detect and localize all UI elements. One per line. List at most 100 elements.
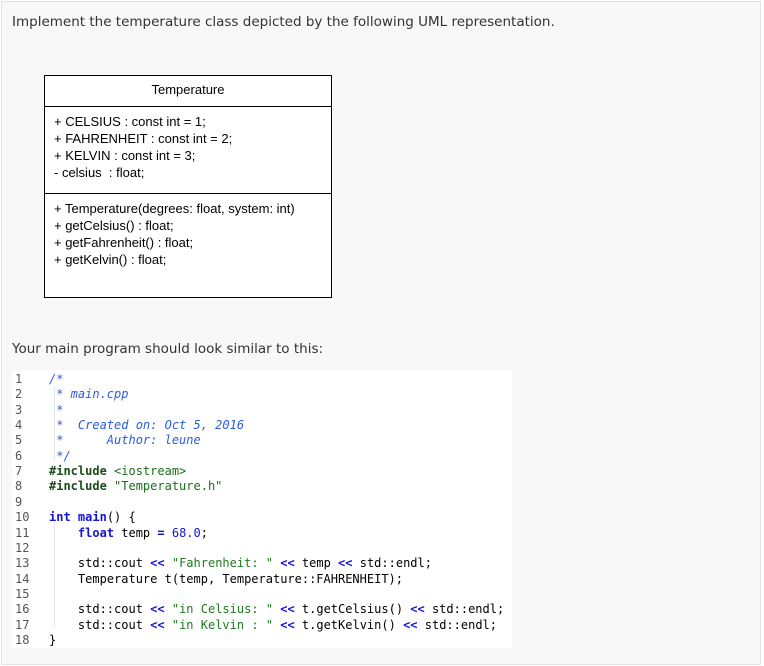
code-token-comment: * Author: leune xyxy=(49,433,201,447)
code-token-plain xyxy=(71,510,78,524)
uml-method: + getKelvin() : float; xyxy=(54,251,331,268)
code-line: 16 std::cout << "in Celsius: " << t.getC… xyxy=(12,602,504,617)
line-number: 12 xyxy=(12,541,41,556)
line-number: 6 xyxy=(12,449,41,464)
code-token-op: << xyxy=(280,618,294,632)
code-token-kw: main xyxy=(78,510,107,524)
code-line: 5 * Author: leune xyxy=(12,433,201,448)
uml-class-name: Temperature xyxy=(45,76,331,107)
uml-attribute: + FAHRENHEIT : const int = 2; xyxy=(54,130,331,147)
code-token-pre: #include xyxy=(49,479,114,493)
code-token-kw: float xyxy=(78,526,114,540)
line-number: 1 xyxy=(12,372,41,387)
code-line: 15 xyxy=(12,587,49,602)
code-token-num: 68.0 xyxy=(172,526,201,540)
code-token-op: << xyxy=(410,602,424,616)
code-text: std::cout << "in Celsius: " << t.getCels… xyxy=(41,602,504,617)
code-token-plain: std::cout xyxy=(49,556,150,570)
code-token-op: << xyxy=(150,556,164,570)
code-text: #include "Temperature.h" xyxy=(41,479,222,494)
code-token-comment: * xyxy=(49,403,63,417)
line-number: 14 xyxy=(12,572,41,587)
line-number: 3 xyxy=(12,403,41,418)
code-token-plain: temp xyxy=(295,556,338,570)
code-block: 1/*2 * main.cpp3 *4 * Created on: Oct 5,… xyxy=(12,370,512,648)
code-token-str: "in Kelvin : " xyxy=(172,618,273,632)
uml-class-diagram: Temperature + CELSIUS : const int = 1; +… xyxy=(44,75,332,298)
code-line: 18} xyxy=(12,633,56,648)
code-token-plain: temp xyxy=(114,526,157,540)
code-line: 2 * main.cpp xyxy=(12,387,128,402)
code-token-comment: /* xyxy=(49,372,63,386)
code-text: #include <iostream> xyxy=(41,464,186,479)
code-text: /* xyxy=(41,372,63,387)
uml-method: + getFahrenheit() : float; xyxy=(54,234,331,251)
code-token-plain: t.getKelvin() xyxy=(295,618,403,632)
code-token-op: = xyxy=(157,526,164,540)
code-token-inc: <iostream> xyxy=(114,464,186,478)
code-line: 13 std::cout << "Fahrenheit: " << temp <… xyxy=(12,556,432,571)
code-line: 6 */ xyxy=(12,449,71,464)
code-token-comment: * main.cpp xyxy=(49,387,128,401)
code-token-op: << xyxy=(150,602,164,616)
code-token-op: << xyxy=(403,618,417,632)
code-text: float temp = 68.0; xyxy=(41,526,208,541)
code-token-plain: () { xyxy=(107,510,136,524)
code-token-plain xyxy=(165,602,172,616)
code-token-str: "Fahrenheit: " xyxy=(172,556,273,570)
code-line: 3 * xyxy=(12,403,63,418)
code-token-plain: std::endl; xyxy=(353,556,432,570)
code-text: */ xyxy=(41,449,71,464)
uml-attribute: + KELVIN : const int = 3; xyxy=(54,147,331,164)
question-panel: Implement the temperature class depicted… xyxy=(1,1,761,665)
code-line: 12 xyxy=(12,541,49,556)
code-token-plain xyxy=(165,618,172,632)
code-token-plain: std::cout xyxy=(49,602,150,616)
code-token-plain: Temperature t(temp, Temperature::FAHRENH… xyxy=(49,572,403,586)
code-line: 11 float temp = 68.0; xyxy=(12,526,208,541)
code-text: std::cout << "in Kelvin : " << t.getKelv… xyxy=(41,618,497,633)
line-number: 4 xyxy=(12,418,41,433)
code-text: * main.cpp xyxy=(41,387,128,402)
code-token-plain: ; xyxy=(201,526,208,540)
code-text: * Created on: Oct 5, 2016 xyxy=(41,418,244,433)
code-line: 4 * Created on: Oct 5, 2016 xyxy=(12,418,244,433)
uml-attributes: + CELSIUS : const int = 1; + FAHRENHEIT … xyxy=(45,107,331,194)
code-line: 17 std::cout << "in Kelvin : " << t.getK… xyxy=(12,618,497,633)
main-intro-text: Your main program should look similar to… xyxy=(12,341,323,357)
code-text: std::cout << "Fahrenheit: " << temp << s… xyxy=(41,556,432,571)
code-token-plain: std::endl; xyxy=(418,618,497,632)
code-token-plain: std::cout xyxy=(49,618,150,632)
uml-method: + getCelsius() : float; xyxy=(54,217,331,234)
code-text: Temperature t(temp, Temperature::FAHRENH… xyxy=(41,572,403,587)
line-number: 15 xyxy=(12,587,41,602)
code-token-op: << xyxy=(338,556,352,570)
code-token-kw: int xyxy=(49,510,71,524)
code-line: 14 Temperature t(temp, Temperature::FAHR… xyxy=(12,572,403,587)
uml-attribute: - celsius : float; xyxy=(54,164,331,181)
code-line: 9 xyxy=(12,495,49,510)
code-line: 8#include "Temperature.h" xyxy=(12,479,222,494)
line-number: 16 xyxy=(12,602,41,617)
line-number: 11 xyxy=(12,526,41,541)
code-token-comment: */ xyxy=(49,449,71,463)
code-token-plain: } xyxy=(49,633,56,647)
code-text: int main() { xyxy=(41,510,136,525)
line-number: 10 xyxy=(12,510,41,525)
line-number: 17 xyxy=(12,618,41,633)
code-token-op: << xyxy=(280,602,294,616)
code-token-pre: #include xyxy=(49,464,114,478)
code-token-comment: * Created on: Oct 5, 2016 xyxy=(49,418,244,432)
code-line: 7#include <iostream> xyxy=(12,464,186,479)
line-number: 9 xyxy=(12,495,41,510)
code-line: 10int main() { xyxy=(12,510,136,525)
line-number: 5 xyxy=(12,433,41,448)
code-token-op: << xyxy=(280,556,294,570)
code-line: 1 /* xyxy=(12,372,63,387)
code-token-plain xyxy=(165,526,172,540)
line-number: 8 xyxy=(12,479,41,494)
code-token-plain xyxy=(165,556,172,570)
code-token-inc: "Temperature.h" xyxy=(114,479,222,493)
uml-attribute: + CELSIUS : const int = 1; xyxy=(54,113,331,130)
intro-text: Implement the temperature class depicted… xyxy=(12,14,555,30)
